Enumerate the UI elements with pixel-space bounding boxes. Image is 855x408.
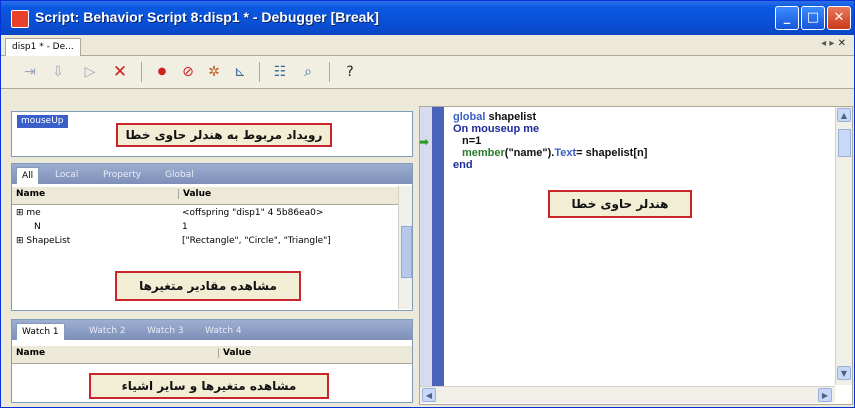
variables-tab-strip: All Local Property Global <box>12 164 412 184</box>
tab-global[interactable]: Global <box>160 167 199 183</box>
line-gutter <box>432 107 444 402</box>
document-tab-row: disp1 * - De... ◂ ▸ ✕ <box>1 35 854 56</box>
variable-value: ["Rectangle", "Circle", "Triangle"] <box>182 236 331 246</box>
tab-all[interactable]: All <box>16 167 40 184</box>
scroll-right-icon[interactable]: ▶ <box>818 388 832 402</box>
document-tab[interactable]: disp1 * - De... <box>5 38 81 56</box>
current-line-arrow-icon: ➡ <box>419 135 430 149</box>
variables-scrollbar[interactable] <box>398 186 412 309</box>
variable-value: 1 <box>182 222 188 232</box>
annotation-handler: هندلر حاوی خطا <box>548 190 692 218</box>
step-over-icon[interactable]: ⇥ <box>21 63 39 81</box>
toolbar-separator <box>259 62 260 82</box>
step-into-icon[interactable]: ⇩ <box>49 63 67 81</box>
code-line: global shapelist <box>453 111 537 123</box>
director-app-icon <box>11 10 29 28</box>
script-code[interactable]: global shapelist On mouseup me n=1 membe… <box>453 111 647 171</box>
debugger-toolbar: ⇥ ⇩ ▷ ✕ ● ⊘ ✲ ⊾ ☷ ⌕ ? <box>1 56 854 89</box>
help-icon[interactable]: ? <box>341 63 359 81</box>
breakpoint-icon[interactable]: ● <box>153 63 171 81</box>
watch-expression-icon[interactable]: ✲ <box>205 63 223 81</box>
toolbar-separator <box>329 62 330 82</box>
minimize-button[interactable]: _ <box>775 6 799 30</box>
tab-scroll-right-icon[interactable]: ▸ <box>829 38 834 49</box>
column-value[interactable]: Value <box>218 348 251 358</box>
tab-watch-4[interactable]: Watch 4 <box>200 323 247 339</box>
variable-name: N <box>34 222 41 232</box>
variable-value: <offspring "disp1" 4 5b86ea0> <box>182 208 324 218</box>
code-line: end <box>453 159 473 171</box>
tab-local[interactable]: Local <box>50 167 83 183</box>
annotation-event: رویداد مربوط به هندلر حاوی خطا <box>116 123 332 147</box>
column-value[interactable]: Value <box>178 189 211 199</box>
find-icon[interactable]: ⌕ <box>299 63 317 81</box>
title-bar[interactable]: Script: Behavior Script 8:disp1 * - Debu… <box>1 1 854 35</box>
column-name[interactable]: Name <box>16 348 45 358</box>
maximize-button[interactable]: □ <box>801 6 825 30</box>
tab-property[interactable]: Property <box>98 167 146 183</box>
breakpoint-gutter[interactable] <box>420 107 432 402</box>
debugger-window: Script: Behavior Script 8:disp1 * - Debu… <box>0 0 855 408</box>
scroll-down-icon[interactable]: ▼ <box>837 366 851 380</box>
scrollbar-thumb[interactable] <box>838 129 851 157</box>
annotation-variables: مشاهده مقادیر متغیرها <box>115 271 301 301</box>
inspector-icon[interactable]: ⊾ <box>231 63 249 81</box>
variable-name: ⊞ me <box>16 208 41 218</box>
tab-watch-1[interactable]: Watch 1 <box>16 323 65 340</box>
script-horizontal-scrollbar[interactable]: ◀ ▶ <box>420 386 835 403</box>
close-tab-icon[interactable]: ✕ <box>838 38 846 49</box>
script-vertical-scrollbar[interactable]: ▲ ▼ <box>835 107 852 385</box>
code-line: n=1 <box>462 135 482 147</box>
scrollbar-thumb[interactable] <box>401 226 412 278</box>
column-name[interactable]: Name <box>16 189 45 199</box>
stop-icon[interactable]: ✕ <box>111 63 129 81</box>
watch-header: Name Value <box>12 346 412 364</box>
ignore-breakpoints-icon[interactable]: ⊘ <box>179 63 197 81</box>
tab-watch-3[interactable]: Watch 3 <box>142 323 189 339</box>
scroll-left-icon[interactable]: ◀ <box>422 388 436 402</box>
code-line: On mouseup me <box>453 123 540 135</box>
window-title: Script: Behavior Script 8:disp1 * - Debu… <box>35 9 379 25</box>
variables-header: Name Value <box>12 187 398 205</box>
run-icon[interactable]: ▷ <box>81 63 99 81</box>
close-button[interactable]: ✕ <box>827 6 851 30</box>
tab-controls: ◂ ▸ ✕ <box>821 38 846 49</box>
call-stack-entry[interactable]: mouseUp <box>17 115 68 128</box>
script-icon[interactable]: ☷ <box>271 63 289 81</box>
toolbar-separator <box>141 62 142 82</box>
annotation-watch: مشاهده متغیرها و سایر اشیاء <box>89 373 329 399</box>
scroll-up-icon[interactable]: ▲ <box>837 108 851 122</box>
watch-tab-strip: Watch 1 Watch 2 Watch 3 Watch 4 <box>12 320 412 340</box>
variable-name: ⊞ ShapeList <box>16 236 71 246</box>
tab-scroll-left-icon[interactable]: ◂ <box>821 38 826 49</box>
code-line-current: member("name").Text= shapelist[n] <box>462 147 648 159</box>
tab-watch-2[interactable]: Watch 2 <box>84 323 131 339</box>
